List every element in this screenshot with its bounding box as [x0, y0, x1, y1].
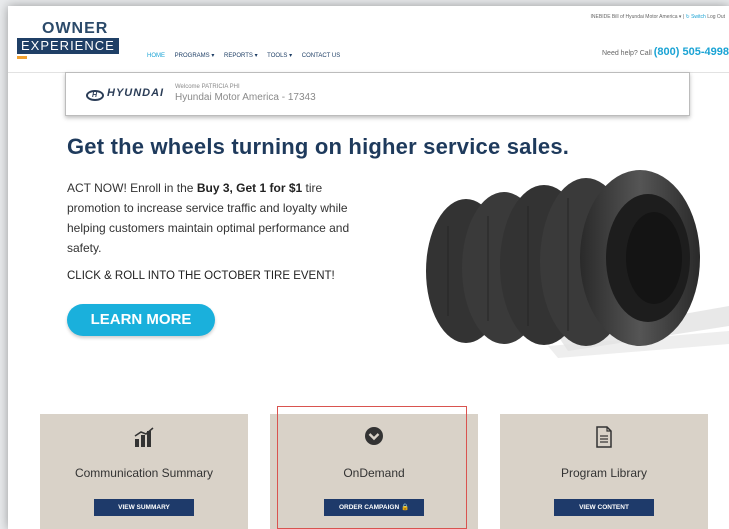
welcome-text: Welcome PATRICIA PHI — [175, 84, 240, 90]
hyundai-emblem-icon: H — [86, 90, 104, 101]
hyundai-logo: H HYUNDAI — [86, 87, 164, 101]
hero-body-pre: ACT NOW! Enroll in the — [67, 181, 197, 195]
owner-experience-logo[interactable]: OWNER EXPERIENCE — [17, 20, 135, 64]
nav-reports[interactable]: REPORTS ▾ — [224, 53, 258, 59]
card-title: Communication Summary — [74, 466, 214, 480]
nav-programs[interactable]: PROGRAMS ▾ — [175, 53, 215, 59]
nav-contact-us[interactable]: CONTACT US — [302, 53, 340, 59]
page: OWNER EXPERIENCE INEBIDE Bill of Hyundai… — [8, 6, 729, 529]
nav-tools[interactable]: TOOLS ▾ — [267, 53, 292, 59]
hero-body-offer: Buy 3, Get 1 for $1 — [196, 181, 303, 195]
main-nav: HOME PROGRAMS ▾ REPORTS ▾ TOOLS ▾ CONTAC… — [147, 52, 348, 59]
tires-image — [426, 170, 729, 358]
hero-cta-text: CLICK & ROLL INTO THE OCTOBER TIRE EVENT… — [67, 270, 335, 282]
highlight-box — [277, 406, 467, 529]
dealer-name: Hyundai Motor America - 17343 — [175, 92, 316, 103]
learn-more-button[interactable]: LEARN MORE — [67, 304, 215, 336]
logo-accent-bar — [17, 56, 27, 59]
card-program-library: Program Library VIEW CONTENT — [500, 414, 708, 529]
nav-home[interactable]: HOME — [147, 53, 165, 59]
logo-line1: OWNER — [42, 20, 109, 37]
card-communication-summary: Communication Summary VIEW SUMMARY — [40, 414, 248, 529]
help-line: Need help? Call (800) 505-4998 — [602, 46, 729, 58]
help-phone[interactable]: (800) 505-4998 — [654, 46, 729, 58]
view-summary-button[interactable]: VIEW SUMMARY — [94, 499, 194, 516]
document-icon — [500, 426, 708, 453]
brand-name: HYUNDAI — [107, 87, 165, 99]
logo-line2: EXPERIENCE — [17, 38, 119, 54]
bar-chart-icon — [40, 426, 248, 453]
account-menu[interactable]: INEBIDE Bill of Hyundai Motor America ▾ — [591, 14, 682, 20]
view-content-button[interactable]: VIEW CONTENT — [554, 499, 654, 516]
card-title: Program Library — [560, 466, 648, 480]
site-header: OWNER EXPERIENCE INEBIDE Bill of Hyundai… — [8, 6, 729, 73]
hero-body: ACT NOW! Enroll in the Buy 3, Get 1 for … — [67, 178, 367, 258]
account-bar: INEBIDE Bill of Hyundai Motor America ▾ … — [590, 14, 725, 20]
switch-link[interactable]: ↻ Switch — [686, 14, 706, 20]
hero-headline: Get the wheels turning on higher service… — [67, 134, 570, 159]
dealer-banner: H HYUNDAI Welcome PATRICIA PHI Hyundai Mo… — [65, 72, 690, 116]
help-text: Need help? Call — [602, 50, 652, 57]
logout-link[interactable]: Log Out — [707, 14, 725, 20]
